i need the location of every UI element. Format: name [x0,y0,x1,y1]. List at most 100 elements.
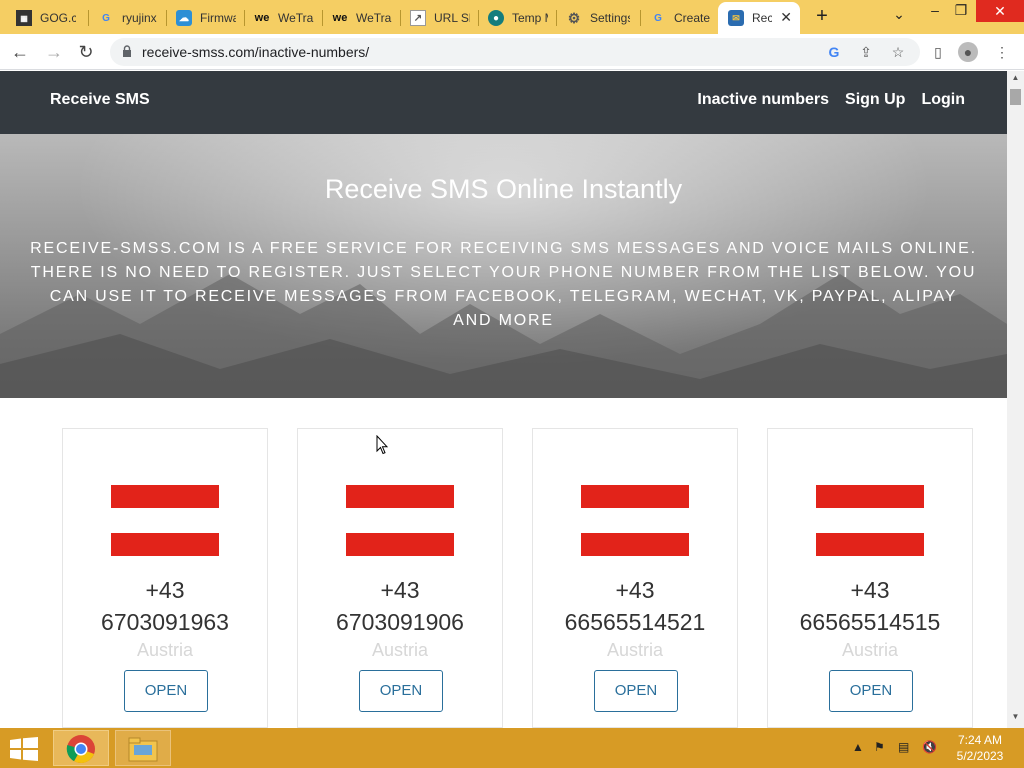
tab-temp-mail[interactable]: ● Temp Mail [478,4,556,32]
page-scrollbar[interactable]: ▲ ▼ [1007,71,1024,728]
site-nav-links: Inactive numbers Sign Up Login [697,91,965,109]
clock-time: 7:24 AM [957,733,1003,747]
windows-taskbar: ▲ ⚑ ▤ 🔇 7:24 AM 5/2/2023 [0,728,1024,768]
country-name: Austria [841,640,899,660]
tab-wetransfer-2[interactable]: we WeTransfer [322,4,400,32]
phone-number: 6703091906 [336,609,464,635]
page-viewport: Receive SMS Inactive numbers Sign Up Log… [0,71,1007,728]
we-favicon-icon: we [332,12,348,24]
country-code: +43 [615,577,655,603]
reload-icon[interactable]: ↻ [74,40,98,64]
tab-url-shortener[interactable]: ↗ URL Shortener [400,4,478,32]
open-button[interactable]: OPEN [594,670,678,712]
tab-label: GOG.com [40,11,76,25]
country-name: Austria [371,640,429,660]
we-favicon-icon: we [254,12,270,24]
tab-label: Firmware [200,11,236,25]
profile-avatar-icon[interactable]: ● [958,42,978,62]
country-name: Austria [606,640,664,660]
network-icon[interactable]: ▤ [898,740,909,754]
scroll-up-arrow-icon[interactable]: ▲ [1007,73,1024,87]
windows-start-icon[interactable] [10,737,38,761]
scroll-down-arrow-icon[interactable]: ▼ [1007,712,1024,726]
back-icon[interactable]: ← [8,40,32,64]
action-center-flag-icon[interactable]: ⚑ [874,740,885,754]
nav-sign-up[interactable]: Sign Up [845,91,905,109]
number-card: +43 6703091906 Austria OPEN [297,428,503,728]
hero-subtitle: RECEIVE-SMSS.COM IS A FREE SERVICE FOR R… [30,240,977,329]
phone-number: 66565514515 [799,609,941,635]
tab-create[interactable]: G Create [640,4,718,32]
forward-icon[interactable]: → [42,40,66,64]
bookmark-star-icon[interactable]: ☆ [888,42,908,62]
austria-flag-icon [346,485,454,556]
austria-flag-icon [111,485,219,556]
phone-number: 6703091963 [101,609,229,635]
share-icon[interactable]: ⇪ [856,42,876,62]
gear-favicon-icon: ⚙ [567,9,581,26]
phone-number: 66565514521 [564,609,706,635]
nav-inactive-numbers[interactable]: Inactive numbers [697,91,829,109]
site-navbar: Receive SMS Inactive numbers Sign Up Log… [0,71,1007,134]
tab-ryujinx[interactable]: G ryujinx [88,4,166,32]
number-card: +43 66565514521 Austria OPEN [532,428,738,728]
window-close-button[interactable]: ✕ [976,0,1024,22]
google-favicon-icon: G [102,12,110,24]
scroll-thumb[interactable] [1010,89,1021,105]
google-translate-icon[interactable]: G [824,42,844,62]
tab-label: WeTransfer [278,11,314,25]
tab-strip: ▦ GOG.com G ryujinx ☁ Firmware we WeTran… [0,0,1024,34]
clock-date: 5/2/2023 [956,749,1004,763]
browser-toolbar: ← → ↻ receive-smss.com/inactive-numbers/… [0,34,1024,70]
mouse-cursor-icon [376,435,388,455]
country-code: +43 [380,577,420,603]
open-button[interactable]: OPEN [359,670,443,712]
tab-label: Receive SMS [752,11,772,25]
number-card: +43 66565514515 Austria OPEN [767,428,973,728]
tab-label: Settings [590,11,630,25]
hero-banner: Receive SMS Online Instantly RECEIVE-SMS… [0,134,1007,398]
nav-login[interactable]: Login [921,91,965,109]
tab-search-chevron-icon[interactable]: ⌄ [884,6,914,26]
tab-receive-sms[interactable]: ✉ Receive SMS ✕ [718,2,800,34]
austria-flag-icon [816,485,924,556]
tab-wetransfer-1[interactable]: we WeTransfer [244,4,322,32]
side-panel-icon[interactable]: ▯ [928,42,948,62]
tab-settings[interactable]: ⚙ Settings [556,4,640,32]
tray-chevron-icon[interactable]: ▲ [852,740,864,754]
open-button[interactable]: OPEN [124,670,208,712]
address-bar[interactable]: receive-smss.com/inactive-numbers/ G ⇪ ☆ [110,38,920,66]
country-code: +43 [145,577,185,603]
restore-button[interactable]: ❐ [946,2,976,22]
chrome-icon [66,735,95,763]
taskbar-file-explorer[interactable] [115,730,171,766]
link-favicon-icon: ↗ [410,10,426,26]
folder-icon [128,737,158,762]
grid-favicon-icon: ▦ [16,10,32,26]
tab-label: WeTransfer [356,11,392,25]
close-tab-icon[interactable]: ✕ [780,9,792,26]
new-tab-button[interactable]: + [812,6,832,26]
circle-favicon-icon: ● [488,10,504,26]
country-code: +43 [850,577,890,603]
open-button[interactable]: OPEN [829,670,913,712]
tab-label: Create [674,11,710,25]
tab-firmware[interactable]: ☁ Firmware [166,4,244,32]
austria-flag-icon [581,485,689,556]
sms-favicon-icon: ✉ [728,10,744,26]
url-text: receive-smss.com/inactive-numbers/ [142,44,370,60]
tab-gog[interactable]: ▦ GOG.com [6,4,86,32]
menu-kebab-icon[interactable]: ⋮ [992,42,1012,62]
hero-title: Receive SMS Online Instantly [324,174,683,204]
cloud-favicon-icon: ☁ [176,10,192,26]
country-name: Austria [136,640,194,660]
lock-icon [123,45,131,57]
tab-label: URL Shortener [434,11,470,25]
google-favicon-icon: G [654,12,662,24]
number-card: +43 6703091963 Austria OPEN [62,428,268,728]
taskbar-chrome[interactable] [53,730,109,766]
system-clock[interactable]: 7:24 AM 5/2/2023 [950,732,1010,764]
tab-label: Temp Mail [512,11,548,25]
site-brand[interactable]: Receive SMS [50,91,150,109]
volume-muted-icon[interactable]: 🔇 [922,740,937,754]
